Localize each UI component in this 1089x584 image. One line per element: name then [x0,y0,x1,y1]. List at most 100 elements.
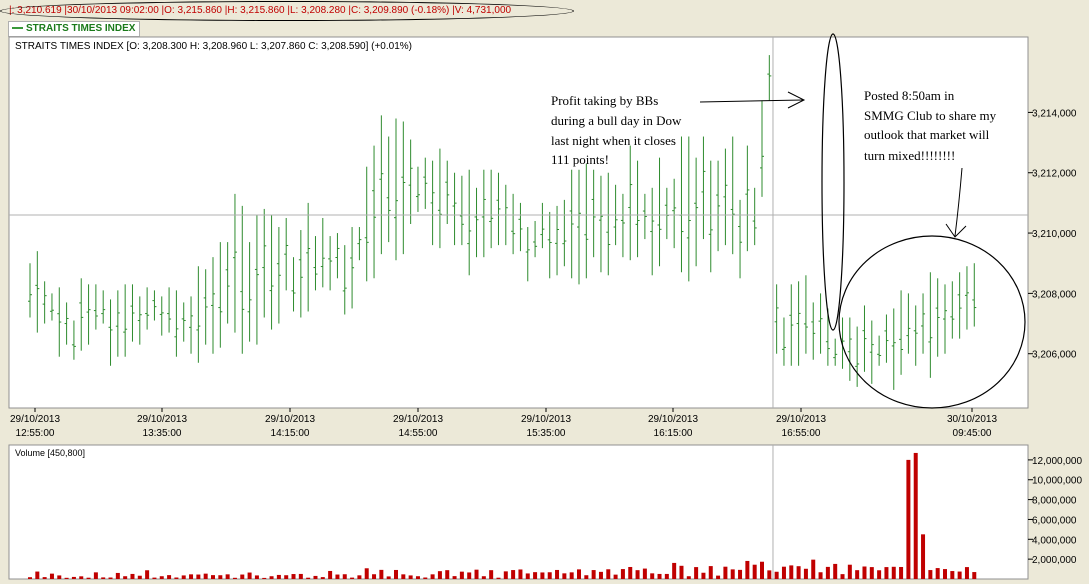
volume-bar [503,571,508,579]
volume-y-tick-label: 6,000,000 [1032,515,1077,526]
volume-bar [745,560,750,579]
volume-bar [137,575,142,579]
volume-bar [694,567,699,579]
volume-bar [577,569,581,579]
price-y-tick-label: 3,210,000 [1032,229,1077,240]
volume-bar [71,576,76,579]
volume-bar [284,575,289,579]
volume-bar [218,575,223,579]
volume-bar [269,576,274,579]
x-tick-label-time: 09:45:00 [953,428,992,439]
volume-bar [628,566,633,579]
volume-bar [123,576,128,579]
volume-bar [291,574,296,579]
volume-bar [833,563,838,579]
volume-bar [518,569,523,579]
volume-bar [877,570,882,579]
x-tick-label-date: 29/10/2013 [648,414,698,425]
chart-canvas: STRAITS TIMES INDEX [O: 3,208.300 H: 3,2… [8,33,1082,580]
volume-bar [913,452,918,579]
annotation-right-line-2: SMMG Club to share my [864,108,997,123]
volume-bar [379,569,384,579]
volume-bar [408,575,413,579]
volume-bar [672,562,677,579]
volume-plot-area [8,444,1029,580]
volume-bar [935,568,940,579]
volume-bar [196,574,201,579]
volume-bar [855,570,860,579]
x-tick-label-date: 29/10/2013 [776,414,826,425]
volume-bar [328,570,333,579]
volume-bar [115,572,120,579]
volume-bar [430,574,435,579]
x-tick-label-time: 16:15:00 [654,428,693,439]
volume-y-tick-label: 4,000,000 [1032,535,1077,546]
volume-bar [108,577,113,579]
price-panel-title: STRAITS TIMES INDEX [O: 3,208.300 H: 3,2… [15,41,412,52]
volume-bar [635,570,640,579]
volume-bar [232,577,237,579]
volume-bar [906,459,911,579]
volume-bar [957,571,962,579]
volume-bar [847,564,852,579]
volume-bar [423,577,428,579]
volume-bar [474,569,479,579]
x-tick-label-time: 13:35:00 [143,428,182,439]
volume-bar [254,575,259,579]
volume-bar [335,574,340,579]
annotation-left-line-3: last night when it closes [551,133,676,148]
volume-bar [320,577,325,579]
volume-bar [145,570,150,579]
volume-bar [42,577,47,579]
volume-bar [350,577,355,579]
volume-bar [825,566,830,579]
volume-bar [840,574,845,579]
volume-bar [262,577,267,579]
volume-bar [686,576,691,579]
volume-bar [240,574,245,579]
volume-bar [650,573,655,579]
volume-bar [972,572,977,579]
volume-bar [884,567,889,579]
volume-bar [79,576,84,579]
x-tick-label-time: 15:35:00 [527,428,566,439]
x-tick-label-date: 29/10/2013 [10,414,60,425]
volume-bar [306,577,311,579]
volume-bar [203,573,208,579]
volume-bar [708,566,713,579]
volume-bar [64,577,69,579]
annotation-left-line-4: 111 points! [551,152,609,167]
volume-bar [225,574,230,579]
price-y-tick-label: 3,212,000 [1032,169,1077,180]
volume-bar [247,572,252,579]
volume-bar [752,564,757,579]
volume-bar [950,571,955,579]
volume-bar [372,574,377,579]
volume-bar [101,577,106,579]
volume-bar [679,565,684,579]
volume-bar [511,570,516,579]
volume-bar [211,575,215,579]
x-tick-label-date: 30/10/2013 [947,414,997,425]
volume-bar [869,567,874,579]
volume-bar [921,534,926,579]
volume-bar [181,575,186,579]
volume-bar [584,575,589,579]
volume-bar [657,573,662,579]
volume-bar [401,574,406,579]
x-tick-label-time: 14:55:00 [399,428,438,439]
x-tick-label-time: 16:55:00 [782,428,821,439]
volume-bar [811,559,816,579]
volume-bar [738,569,743,579]
volume-bar [276,574,281,579]
x-tick-label-time: 14:15:00 [271,428,310,439]
volume-bar [313,575,318,579]
volume-bar [93,572,98,579]
annotation-right-line-4: turn mixed!!!!!!!! [864,148,955,163]
volume-bar [723,566,728,579]
volume-bar [467,572,472,579]
volume-bar [796,566,801,579]
volume-bar [357,575,362,579]
volume-bar [364,568,369,579]
volume-bar [386,576,391,579]
